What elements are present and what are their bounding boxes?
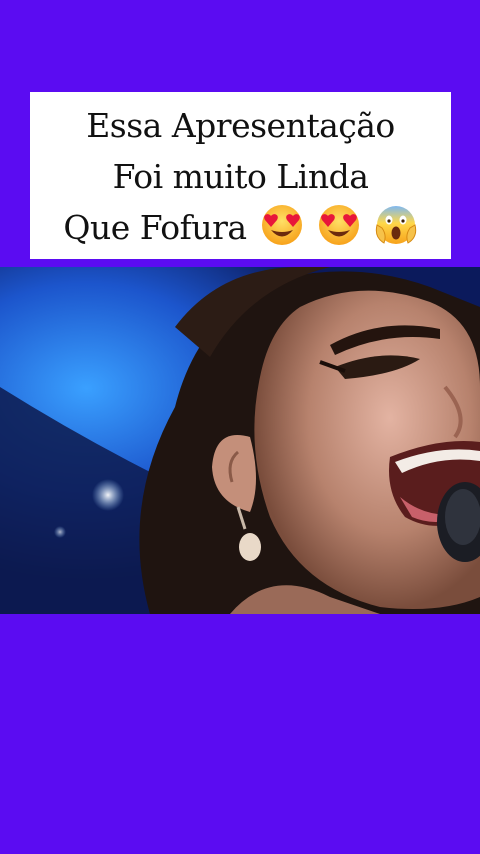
singer-video-still bbox=[0, 267, 480, 614]
caption-box: Essa Apresentação Foi muito Linda Que Fo… bbox=[30, 92, 451, 259]
heart-eyes-emoji-icon bbox=[318, 205, 359, 245]
screaming-face-emoji-icon bbox=[375, 206, 416, 244]
caption-line-3-text: Que Fofura bbox=[63, 208, 247, 247]
caption-line-3: Que Fofura bbox=[63, 202, 417, 253]
heart-eyes-emoji-icon bbox=[261, 205, 302, 245]
caption-line-2: Foi muito Linda bbox=[112, 157, 369, 196]
video-frame[interactable] bbox=[0, 267, 480, 614]
caption-line-1: Essa Apresentação bbox=[86, 106, 395, 145]
